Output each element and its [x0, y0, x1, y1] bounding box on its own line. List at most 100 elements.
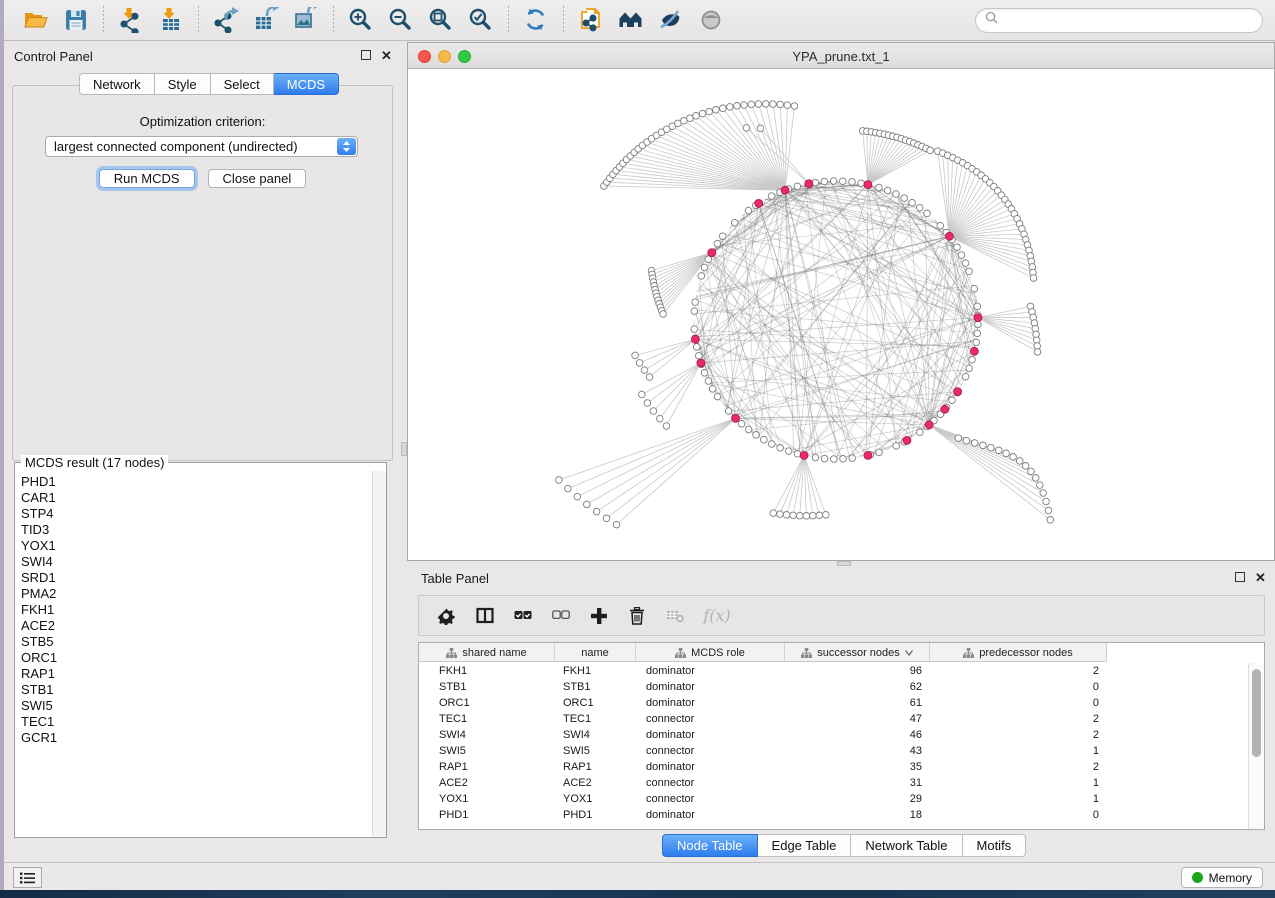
mcds-result-item[interactable]: STB5 — [21, 634, 371, 650]
float-panel-icon[interactable] — [359, 49, 372, 62]
table-cell[interactable]: SWI4 — [419, 727, 555, 743]
mcds-result-item[interactable]: ACE2 — [21, 618, 371, 634]
tab-network[interactable]: Network — [79, 73, 155, 95]
table-cell[interactable]: 47 — [785, 711, 930, 727]
run-mcds-button[interactable]: Run MCDS — [99, 169, 195, 188]
table-row[interactable]: SWI4SWI4dominator462 — [419, 727, 1248, 743]
table-cell[interactable]: dominator — [636, 807, 785, 823]
mcds-result-item[interactable]: RAP1 — [21, 666, 371, 682]
tab-mcds[interactable]: MCDS — [274, 73, 339, 95]
mcds-result-item[interactable]: SRD1 — [21, 570, 371, 586]
table-row[interactable]: SWI5SWI5connector431 — [419, 743, 1248, 759]
table-row[interactable]: ACE2ACE2connector311 — [419, 775, 1248, 791]
table-cell[interactable]: ACE2 — [555, 775, 636, 791]
export-image-button[interactable] — [289, 4, 323, 36]
table-cell[interactable]: 2 — [930, 759, 1107, 775]
mcds-result-item[interactable]: YOX1 — [21, 538, 371, 554]
column-header-successor-nodes[interactable]: successor nodes — [785, 643, 930, 662]
mcds-result-item[interactable]: ORC1 — [21, 650, 371, 666]
close-panel-icon[interactable]: ✕ — [380, 49, 393, 62]
table-cell[interactable]: FKH1 — [555, 663, 636, 679]
table-cell[interactable]: dominator — [636, 727, 785, 743]
table-cell[interactable]: 2 — [930, 711, 1107, 727]
tab-edge-table[interactable]: Edge Table — [758, 834, 852, 857]
table-cell[interactable]: STB1 — [419, 679, 555, 695]
table-cell[interactable]: TEC1 — [419, 711, 555, 727]
column-header-shared-name[interactable]: shared name — [419, 643, 555, 662]
delete-column-button[interactable] — [622, 601, 652, 631]
table-cell[interactable]: 29 — [785, 791, 930, 807]
float-table-panel-icon[interactable] — [1233, 571, 1246, 584]
table-row[interactable]: PHD1PHD1dominator180 — [419, 807, 1248, 823]
table-row[interactable]: ORC1ORC1dominator610 — [419, 695, 1248, 711]
add-column-button[interactable] — [584, 601, 614, 631]
table-cell[interactable]: 18 — [785, 807, 930, 823]
table-cell[interactable]: 0 — [930, 807, 1107, 823]
network-canvas[interactable] — [408, 69, 1274, 560]
tab-node-table[interactable]: Node Table — [662, 834, 758, 857]
mcds-result-list[interactable]: PHD1CAR1STP4TID3YOX1SWI4SRD1PMA2FKH1ACE2… — [16, 471, 371, 836]
mcds-result-item[interactable]: GCR1 — [21, 730, 371, 746]
column-header-predecessor-nodes[interactable]: predecessor nodes — [930, 643, 1107, 662]
task-history-button[interactable] — [13, 867, 42, 888]
mcds-result-item[interactable]: SWI4 — [21, 554, 371, 570]
search-input[interactable] — [1003, 13, 1253, 27]
mcds-result-item[interactable]: PHD1 — [21, 474, 371, 490]
save-session-button[interactable] — [59, 4, 93, 36]
table-cell[interactable]: 0 — [930, 695, 1107, 711]
table-row[interactable]: FKH1FKH1dominator962 — [419, 663, 1248, 679]
table-scrollbar[interactable] — [1248, 663, 1264, 829]
tab-style[interactable]: Style — [155, 73, 211, 95]
search-box[interactable] — [975, 8, 1263, 33]
table-cell[interactable]: connector — [636, 711, 785, 727]
close-panel-button[interactable]: Close panel — [208, 169, 307, 188]
table-cell[interactable]: STB1 — [555, 679, 636, 695]
mcds-result-item[interactable]: FKH1 — [21, 602, 371, 618]
table-cell[interactable]: dominator — [636, 695, 785, 711]
zoom-fit-button[interactable] — [424, 4, 458, 36]
export-network-button[interactable] — [209, 4, 243, 36]
table-cell[interactable]: 46 — [785, 727, 930, 743]
zoom-selected-button[interactable] — [464, 4, 498, 36]
table-cell[interactable]: 35 — [785, 759, 930, 775]
table-cell[interactable]: YOX1 — [419, 791, 555, 807]
table-cell[interactable]: 1 — [930, 791, 1107, 807]
zoom-in-button[interactable] — [344, 4, 378, 36]
table-cell[interactable]: 96 — [785, 663, 930, 679]
table-cell[interactable]: 1 — [930, 775, 1107, 791]
table-cell[interactable]: SWI5 — [419, 743, 555, 759]
table-cell[interactable]: RAP1 — [555, 759, 636, 775]
table-cell[interactable]: 31 — [785, 775, 930, 791]
deselect-all-checkboxes-button[interactable] — [546, 601, 576, 631]
table-scrollbar-thumb[interactable] — [1252, 669, 1261, 757]
table-cell[interactable]: 1 — [930, 743, 1107, 759]
table-cell[interactable]: dominator — [636, 663, 785, 679]
mcds-result-item[interactable]: CAR1 — [21, 490, 371, 506]
table-cell[interactable]: ORC1 — [555, 695, 636, 711]
hide-selected-button[interactable] — [654, 4, 688, 36]
import-table-button[interactable] — [154, 4, 188, 36]
table-cell[interactable]: YOX1 — [555, 791, 636, 807]
show-all-button[interactable] — [694, 4, 728, 36]
open-file-button[interactable] — [19, 4, 53, 36]
table-cell[interactable]: 2 — [930, 727, 1107, 743]
table-cell[interactable]: PHD1 — [419, 807, 555, 823]
table-row[interactable]: TEC1TEC1connector472 — [419, 711, 1248, 727]
tab-select[interactable]: Select — [211, 73, 274, 95]
mcds-list-scrollbar[interactable] — [372, 471, 386, 836]
mcds-result-item[interactable]: STP4 — [21, 506, 371, 522]
table-cell[interactable]: dominator — [636, 679, 785, 695]
table-cell[interactable]: connector — [636, 775, 785, 791]
column-header-name[interactable]: name — [555, 643, 636, 662]
table-cell[interactable]: 61 — [785, 695, 930, 711]
table-row[interactable]: STB1STB1dominator620 — [419, 679, 1248, 695]
split-view-button[interactable] — [470, 601, 500, 631]
table-cell[interactable]: ORC1 — [419, 695, 555, 711]
table-cell[interactable]: FKH1 — [419, 663, 555, 679]
import-network-button[interactable] — [114, 4, 148, 36]
mcds-result-item[interactable]: SWI5 — [21, 698, 371, 714]
zoom-out-button[interactable] — [384, 4, 418, 36]
table-cell[interactable]: PHD1 — [555, 807, 636, 823]
mcds-result-item[interactable]: TEC1 — [21, 714, 371, 730]
network-graph[interactable] — [408, 69, 1274, 560]
